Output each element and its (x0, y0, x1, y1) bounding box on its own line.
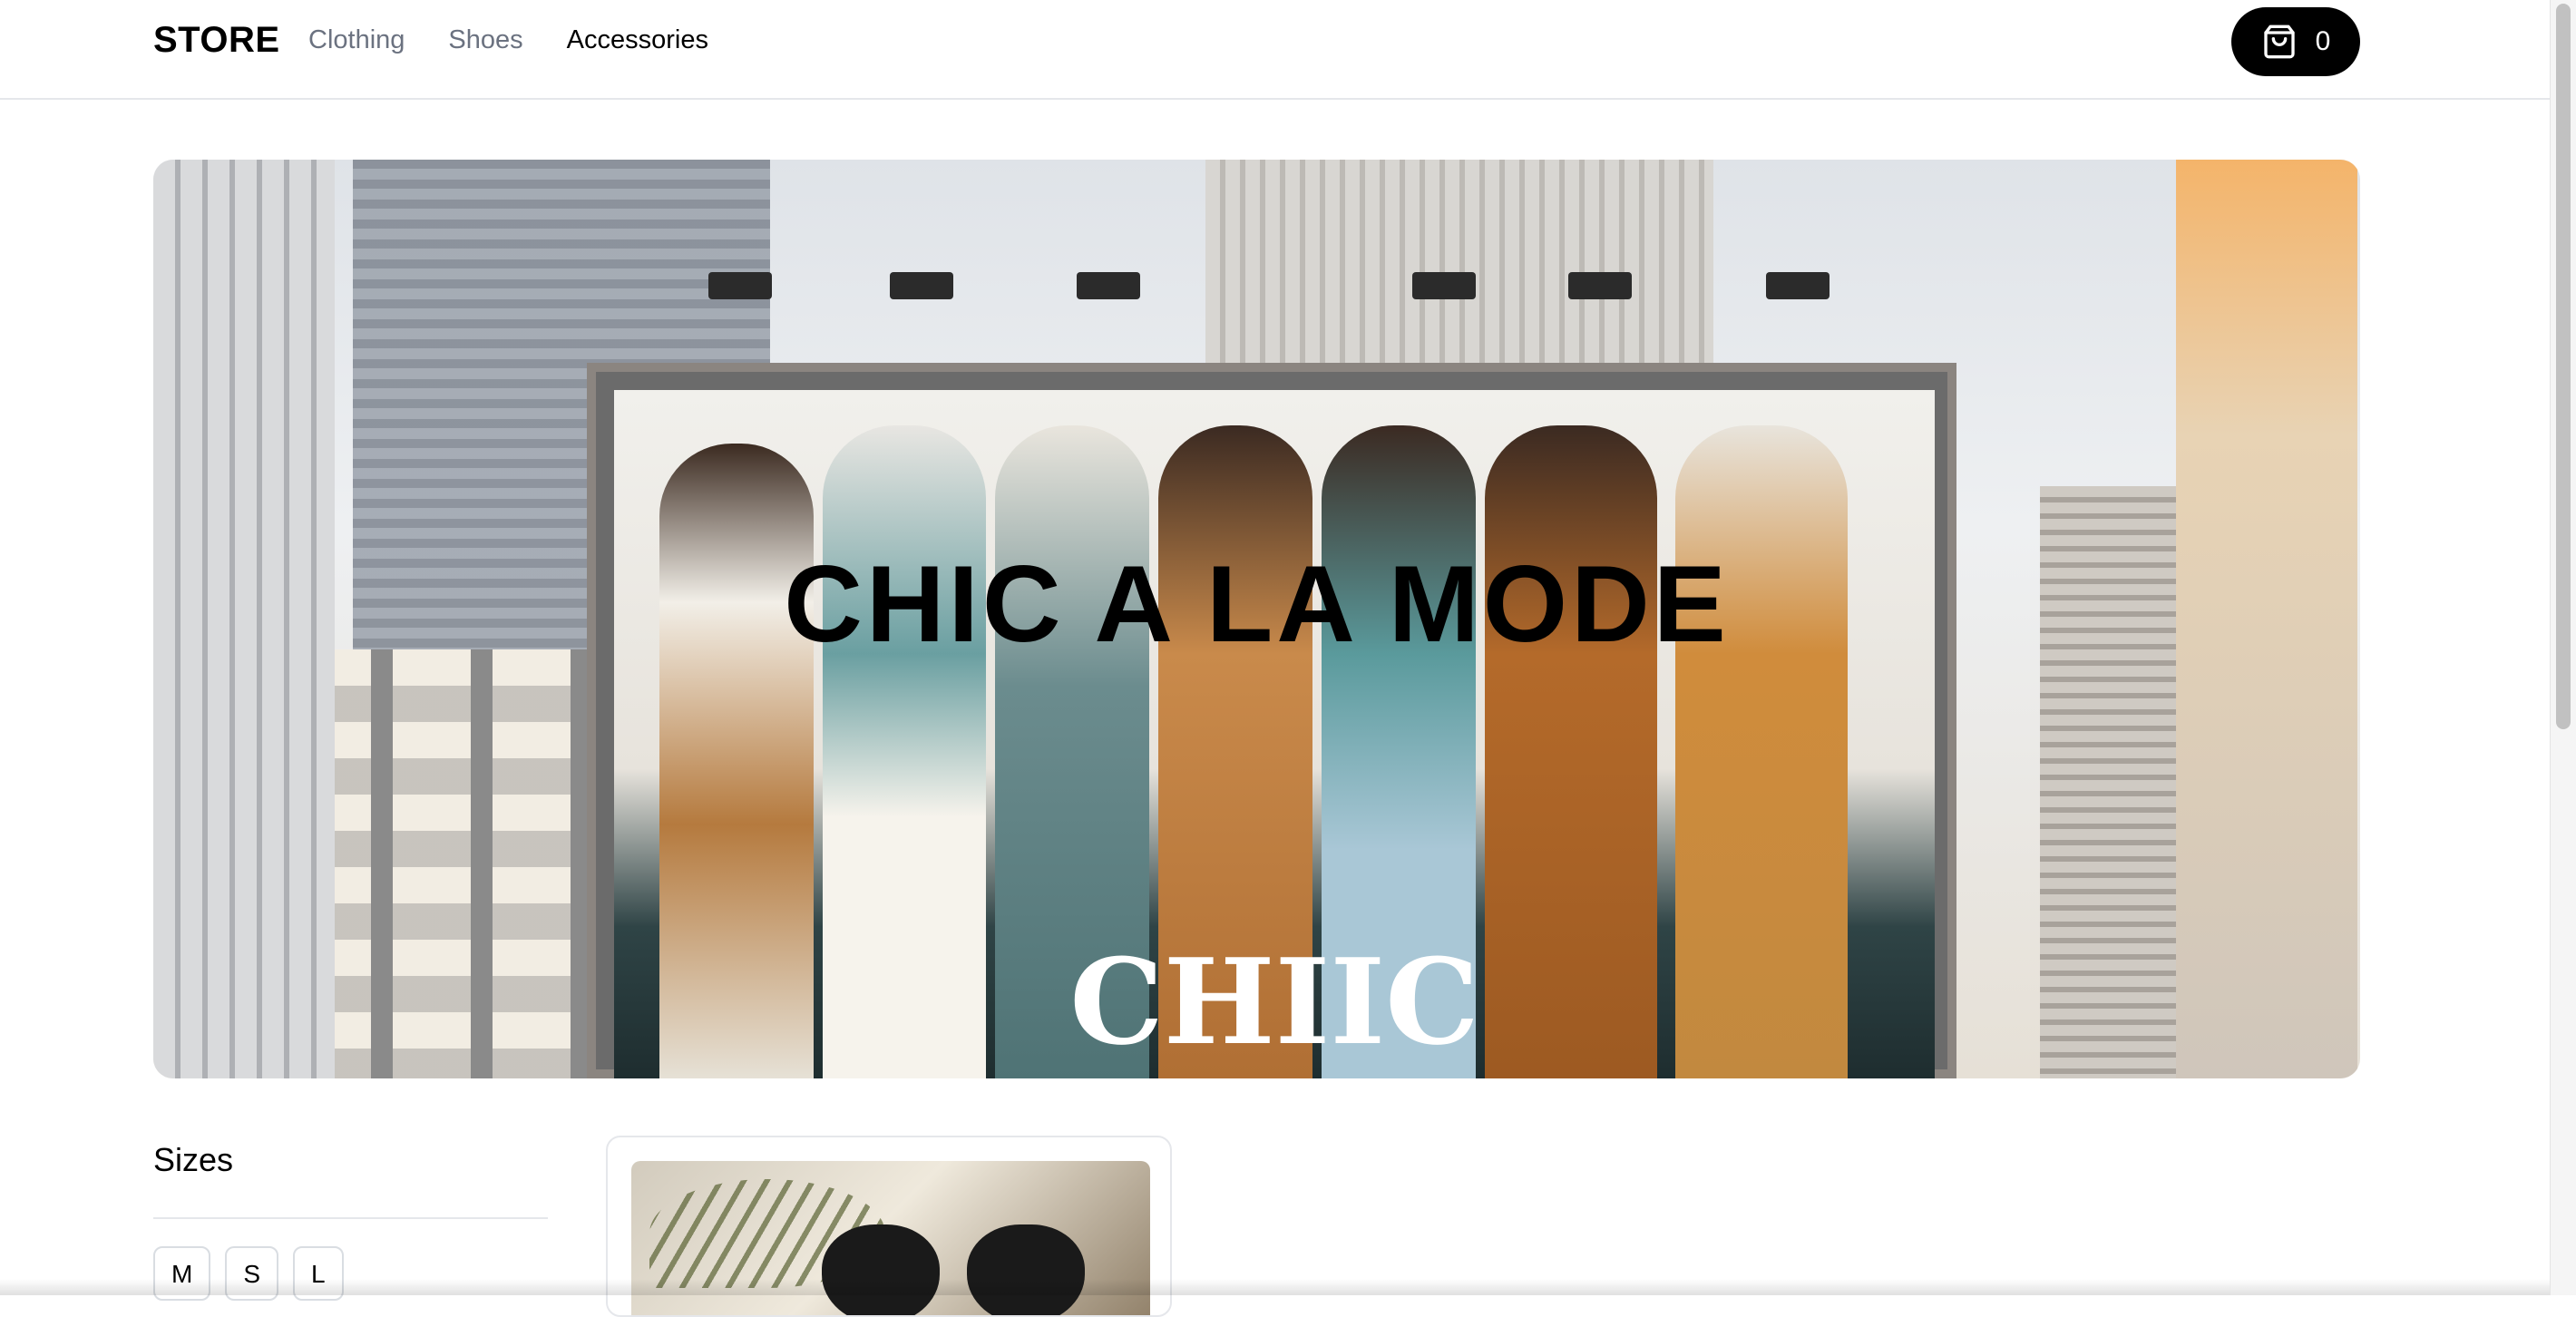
cart-button[interactable]: 0 (2231, 7, 2360, 76)
billboard: CHIIC (587, 363, 1956, 1078)
nav-link-accessories[interactable]: Accessories (567, 25, 708, 55)
billboard-lamp (1766, 272, 1830, 299)
hero-title: CHIC A LA MODE (784, 543, 1730, 665)
page-scrollbar[interactable] (2550, 0, 2576, 1295)
brand-logo[interactable]: STORE (153, 20, 280, 61)
billboard-artwork: CHIIC (614, 390, 1935, 1078)
billboard-lamp (1568, 272, 1632, 299)
sunglasses-shape (822, 1215, 1094, 1315)
divider (153, 1217, 548, 1219)
bottom-shadow (0, 1279, 2551, 1295)
hero-banner: CHIIC CHIC A LA MODE (153, 160, 2360, 1078)
nav-link-shoes[interactable]: Shoes (448, 25, 522, 55)
scrollbar-thumb[interactable] (2556, 4, 2571, 729)
billboard-lamp (890, 272, 953, 299)
sunglasses-lens (967, 1224, 1085, 1315)
billboard-lamp (1077, 272, 1140, 299)
shopping-bag-icon (2263, 24, 2295, 59)
sunglasses-lens (822, 1224, 940, 1315)
billboard-lamp (1412, 272, 1476, 299)
site-header: STORE Clothing Shoes Accessories 0 (0, 0, 2551, 100)
cart-count: 0 (2315, 26, 2331, 56)
billboard-lamp (708, 272, 772, 299)
nav-link-clothing[interactable]: Clothing (308, 25, 405, 55)
main-nav: Clothing Shoes Accessories (308, 25, 708, 55)
sizes-heading: Sizes (153, 1141, 234, 1178)
billboard-sign-text: CHIIC (1069, 932, 1479, 1071)
